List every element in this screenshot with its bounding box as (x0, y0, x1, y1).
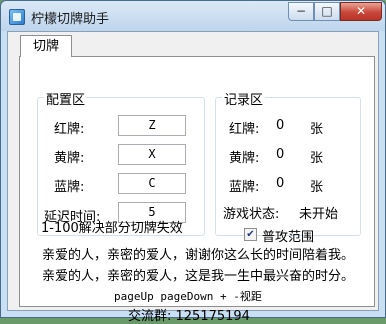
hotkey-hint: pageUp pageDown + -视距 (114, 290, 262, 303)
blue-key-input[interactable]: C (118, 173, 186, 194)
record-blue-label: 蓝牌: (229, 180, 260, 195)
record-blue-count: 0 (276, 176, 285, 191)
tab-page: 配置区 红牌: Z 黄牌: X 蓝牌: C 延迟时间: 5 1-100解决部分切… (19, 56, 375, 324)
close-button[interactable]: ✕ (340, 2, 382, 21)
app-window: 柠檬切牌助手 − □ ✕ 切牌 配置区 红牌: Z 黄牌: X 蓝牌: C 延迟… (0, 0, 386, 324)
record-yellow-unit: 张 (310, 151, 324, 166)
config-group: 配置区 红牌: Z 黄牌: X 蓝牌: C 延迟时间: 5 (37, 89, 205, 236)
client-area: 切牌 配置区 红牌: Z 黄牌: X 蓝牌: C 延迟时间: 5 1-100解决… (7, 31, 379, 324)
game-status-label: 游戏状态: (223, 207, 280, 222)
game-status-value: 未开始 (299, 207, 339, 222)
config-group-title: 配置区 (44, 89, 88, 108)
attack-range-checkbox[interactable]: ✔ (244, 228, 257, 241)
delay-hint: 1-100解决部分切牌失效 (41, 221, 183, 236)
maximize-button[interactable]: □ (314, 2, 340, 21)
footer-line-2: 亲爱的人，亲密的爱人，这是我一生中最兴奋的时分。 (42, 269, 355, 284)
attack-range-label[interactable]: 普攻范围 (262, 226, 314, 245)
red-key-input[interactable]: Z (118, 115, 186, 136)
yellow-key-input[interactable]: X (118, 144, 186, 165)
record-red-unit: 张 (310, 122, 324, 137)
app-icon (9, 9, 25, 25)
record-group: 记录区 红牌: 0 张 黄牌: 0 张 蓝牌: 0 张 游戏状态: 未开始 ✔ … (215, 89, 361, 245)
config-blue-label: 蓝牌: (54, 180, 85, 195)
qq-group-text: 交流群: 125175194 (128, 309, 250, 324)
window-title: 柠檬切牌助手 (31, 12, 110, 27)
record-red-label: 红牌: (229, 122, 260, 137)
minimize-button[interactable]: − (288, 2, 314, 21)
record-red-count: 0 (276, 118, 285, 133)
record-yellow-label: 黄牌: (229, 151, 260, 166)
tab-cut-card[interactable]: 切牌 (20, 35, 72, 57)
record-group-title: 记录区 (222, 89, 266, 108)
title-bar[interactable]: 柠檬切牌助手 − □ ✕ (1, 1, 385, 31)
record-blue-unit: 张 (310, 180, 324, 195)
record-yellow-count: 0 (276, 147, 285, 162)
config-yellow-label: 黄牌: (54, 151, 85, 166)
config-red-label: 红牌: (54, 122, 85, 137)
footer-line-1: 亲爱的人，亲密的爱人，谢谢你这么长的时间陪着我。 (42, 248, 355, 263)
